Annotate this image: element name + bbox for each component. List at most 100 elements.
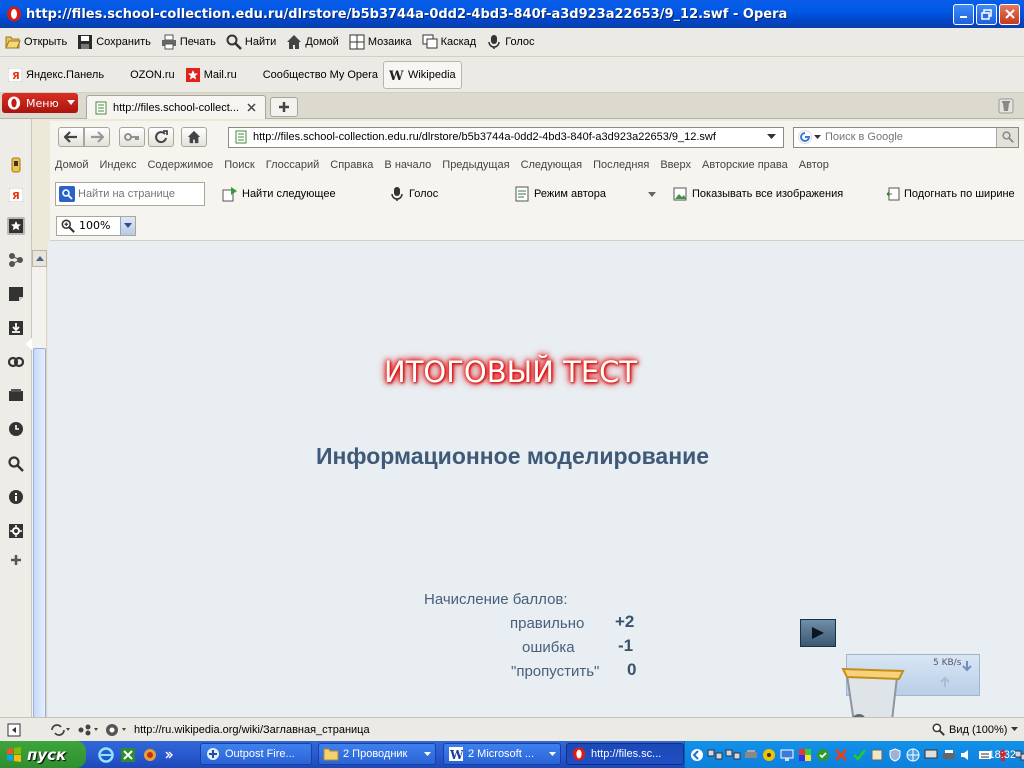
- tray-monitor-icon[interactable]: [923, 747, 939, 763]
- tray-red-icon[interactable]: [833, 747, 849, 763]
- scroll-up-button[interactable]: [32, 250, 47, 267]
- find-voice-button[interactable]: Голос: [389, 186, 438, 202]
- restore-button[interactable]: [976, 3, 997, 25]
- bookmark-yandex[interactable]: Я Яндекс.Панель: [2, 63, 109, 87]
- task-opera-browser[interactable]: http://files.sc...: [566, 743, 684, 765]
- new-tab-button[interactable]: [270, 97, 298, 117]
- panel-info[interactable]: [7, 488, 25, 506]
- start-button[interactable]: пуск: [0, 741, 86, 768]
- tray-shield-icon[interactable]: [887, 747, 903, 763]
- nav-link-contents[interactable]: Содержимое: [147, 159, 213, 171]
- bookmark-mail[interactable]: Mail.ru: [180, 63, 242, 87]
- find-next-button[interactable]: Найти следующее: [222, 186, 336, 202]
- tray-color-icon[interactable]: [797, 747, 813, 763]
- clock[interactable]: 18:32: [988, 749, 1016, 761]
- fit-width-button[interactable]: Подогнать по ширине: [886, 186, 1015, 202]
- quicklaunch-more-icon[interactable]: [164, 747, 174, 763]
- forward-button[interactable]: [84, 127, 110, 147]
- tray-display-icon[interactable]: [779, 747, 795, 763]
- home-button[interactable]: Домой: [281, 30, 344, 54]
- author-mode-button[interactable]: Режим автора: [514, 186, 606, 202]
- panel-scrollbar[interactable]: [32, 250, 47, 718]
- nav-link-search[interactable]: Поиск: [224, 159, 254, 171]
- tray-network-icon[interactable]: [707, 747, 723, 763]
- search-input[interactable]: [822, 128, 996, 146]
- nav-link-up[interactable]: Вверх: [660, 159, 691, 171]
- tray-green-icon[interactable]: [851, 747, 867, 763]
- tray-collapse-icon[interactable]: [689, 747, 705, 763]
- voice-button[interactable]: Голос: [481, 30, 539, 54]
- task-microsoft-word[interactable]: W 2 Microsoft ...: [443, 743, 561, 765]
- find-button[interactable]: Найти: [221, 30, 281, 54]
- panel-search[interactable]: [7, 455, 25, 473]
- nav-link-start[interactable]: В начало: [384, 159, 431, 171]
- search-box[interactable]: [793, 126, 1019, 148]
- quicklaunch-ie-icon[interactable]: [98, 746, 114, 763]
- find-in-page-box[interactable]: [55, 182, 205, 206]
- task-outpost[interactable]: Outpost Fire...: [200, 743, 312, 765]
- nav-link-home[interactable]: Домой: [55, 159, 89, 171]
- tray-update-icon[interactable]: [815, 747, 831, 763]
- panel-toggle-icon[interactable]: [6, 722, 22, 738]
- chevron-down-icon[interactable]: [813, 129, 822, 145]
- nav-link-previous[interactable]: Предыдущая: [442, 159, 509, 171]
- chevron-down-icon[interactable]: [120, 216, 135, 235]
- panel-windows[interactable]: [7, 386, 25, 404]
- panel-bookmarks[interactable]: [7, 217, 25, 235]
- home-nav-button[interactable]: [181, 127, 207, 147]
- window-title-bar[interactable]: http://files.school-collection.edu.ru/dl…: [0, 0, 1024, 28]
- nav-link-last[interactable]: Последняя: [593, 159, 649, 171]
- panel-settings[interactable]: [7, 522, 25, 540]
- sync-icon[interactable]: [48, 722, 72, 738]
- trash-button[interactable]: [998, 98, 1014, 117]
- unite-status-icon[interactable]: [76, 722, 100, 738]
- wand-button[interactable]: [119, 127, 145, 147]
- print-button[interactable]: Печать: [156, 30, 221, 54]
- cascade-button[interactable]: Каскад: [417, 30, 482, 54]
- find-in-page-input[interactable]: [78, 188, 196, 200]
- opera-menu-button[interactable]: Меню: [2, 93, 78, 113]
- task-explorer[interactable]: 2 Проводник: [318, 743, 436, 765]
- panel-unite[interactable]: [7, 251, 25, 269]
- nav-link-next[interactable]: Следующая: [521, 159, 583, 171]
- status-zoom[interactable]: Вид (100%): [930, 722, 1019, 738]
- minimize-button[interactable]: [953, 3, 974, 25]
- address-field[interactable]: http://files.school-collection.edu.ru/dl…: [228, 126, 784, 148]
- nav-link-copyright[interactable]: Авторские права: [702, 159, 788, 171]
- back-button[interactable]: [58, 127, 84, 147]
- panel-links[interactable]: [7, 353, 25, 371]
- panel-downloads[interactable]: [7, 319, 25, 337]
- tray-network2-icon[interactable]: [725, 747, 741, 763]
- panel-yandex[interactable]: Я: [7, 186, 25, 204]
- next-button[interactable]: [800, 619, 836, 647]
- tray-hardware-icon[interactable]: [743, 747, 759, 763]
- nav-link-index[interactable]: Индекс: [100, 159, 137, 171]
- tray-antivirus-icon[interactable]: [761, 747, 777, 763]
- close-button[interactable]: [999, 3, 1020, 25]
- scrollbar-thumb[interactable]: [33, 348, 46, 718]
- tray-globe-icon[interactable]: [905, 747, 921, 763]
- search-go-icon[interactable]: [996, 127, 1018, 147]
- panel-add[interactable]: [7, 551, 25, 569]
- panel-widgets[interactable]: [7, 156, 25, 174]
- panel-notes[interactable]: [7, 285, 25, 303]
- save-button[interactable]: Сохранить: [72, 30, 156, 54]
- tab-active-page[interactable]: http://files.school-collect...: [86, 95, 266, 119]
- close-tab-icon[interactable]: [243, 100, 259, 116]
- chevron-down-icon[interactable]: [763, 129, 779, 145]
- bookmark-wikipedia[interactable]: W Wikipedia: [382, 60, 462, 89]
- open-button[interactable]: Открыть: [0, 30, 72, 54]
- tray-volume-icon[interactable]: [959, 747, 975, 763]
- tile-button[interactable]: Мозаика: [344, 30, 417, 54]
- quicklaunch-sheets-icon[interactable]: [120, 747, 136, 763]
- reload-button[interactable]: [148, 127, 174, 147]
- author-mode-dropdown[interactable]: [644, 186, 660, 202]
- quicklaunch-app-icon[interactable]: [142, 747, 158, 763]
- bookmark-ozon[interactable]: OZON.ru: [125, 63, 180, 87]
- show-images-button[interactable]: Показывать все изображения: [672, 186, 843, 202]
- network-monitor-widget[interactable]: 5 KB/s: [841, 654, 980, 730]
- tray-app-icon[interactable]: [869, 747, 885, 763]
- bookmark-my-opera[interactable]: Сообщество My Opera: [258, 63, 383, 87]
- nav-link-author[interactable]: Автор: [799, 159, 829, 171]
- address-url[interactable]: http://files.school-collection.edu.ru/dl…: [253, 131, 759, 143]
